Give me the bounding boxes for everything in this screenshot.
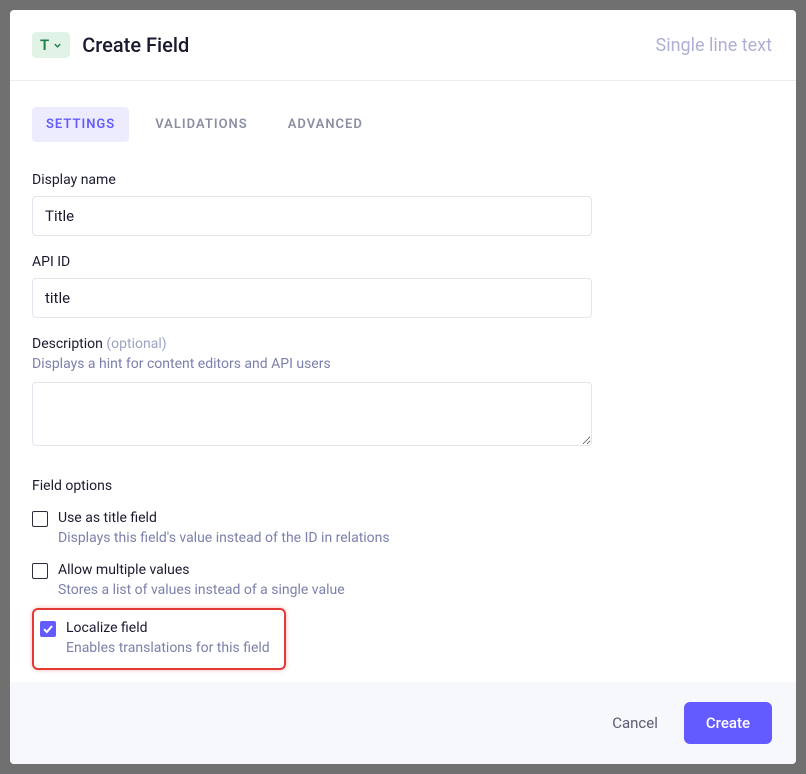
option-text: Localize field Enables translations for …	[66, 620, 270, 656]
description-group: Description (optional) Displays a hint f…	[32, 336, 774, 450]
allow-multiple-hint: Stores a list of values instead of a sin…	[58, 582, 345, 598]
use-as-title-label: Use as title field	[58, 510, 390, 526]
field-type-label: Single line text	[656, 35, 772, 56]
modal-header: T Create Field Single line text	[10, 10, 796, 81]
allow-multiple-label: Allow multiple values	[58, 562, 345, 578]
tab-bar: SETTINGS VALIDATIONS ADVANCED	[10, 81, 796, 146]
modal-title: Create Field	[82, 33, 189, 57]
display-name-group: Display name	[32, 172, 774, 236]
option-text: Use as title field Displays this field's…	[58, 510, 390, 546]
option-allow-multiple: Allow multiple values Stores a list of v…	[32, 552, 774, 604]
field-options-title: Field options	[32, 478, 774, 494]
tab-advanced[interactable]: ADVANCED	[274, 107, 377, 142]
localize-highlight: Localize field Enables translations for …	[32, 608, 286, 670]
api-id-input[interactable]	[32, 278, 592, 318]
tab-validations[interactable]: VALIDATIONS	[141, 107, 261, 142]
description-input[interactable]	[32, 382, 592, 446]
description-hint: Displays a hint for content editors and …	[32, 356, 774, 372]
create-button[interactable]: Create	[684, 702, 772, 744]
cancel-button[interactable]: Cancel	[604, 704, 666, 742]
allow-multiple-checkbox[interactable]	[32, 563, 48, 579]
option-localize: Localize field Enables translations for …	[40, 612, 278, 662]
tab-settings[interactable]: SETTINGS	[32, 107, 129, 142]
display-name-label: Display name	[32, 172, 774, 188]
chevron-down-icon	[53, 41, 62, 50]
check-icon	[42, 623, 54, 635]
use-as-title-hint: Displays this field's value instead of t…	[58, 530, 390, 546]
create-field-modal: T Create Field Single line text SETTINGS…	[10, 10, 796, 764]
api-id-label: API ID	[32, 254, 774, 270]
display-name-input[interactable]	[32, 196, 592, 236]
use-as-title-checkbox[interactable]	[32, 511, 48, 527]
option-text: Allow multiple values Stores a list of v…	[58, 562, 345, 598]
localize-hint: Enables translations for this field	[66, 640, 270, 656]
modal-body: Display name API ID Description (optiona…	[10, 146, 796, 682]
description-label: Description (optional)	[32, 336, 774, 352]
modal-footer: Cancel Create	[10, 682, 796, 764]
field-type-letter: T	[40, 36, 49, 54]
option-use-as-title: Use as title field Displays this field's…	[32, 500, 774, 552]
localize-label: Localize field	[66, 620, 270, 636]
field-type-badge[interactable]: T	[32, 32, 70, 58]
localize-checkbox[interactable]	[40, 621, 56, 637]
api-id-group: API ID	[32, 254, 774, 318]
description-label-text: Description	[32, 336, 103, 352]
description-optional: (optional)	[106, 336, 166, 352]
